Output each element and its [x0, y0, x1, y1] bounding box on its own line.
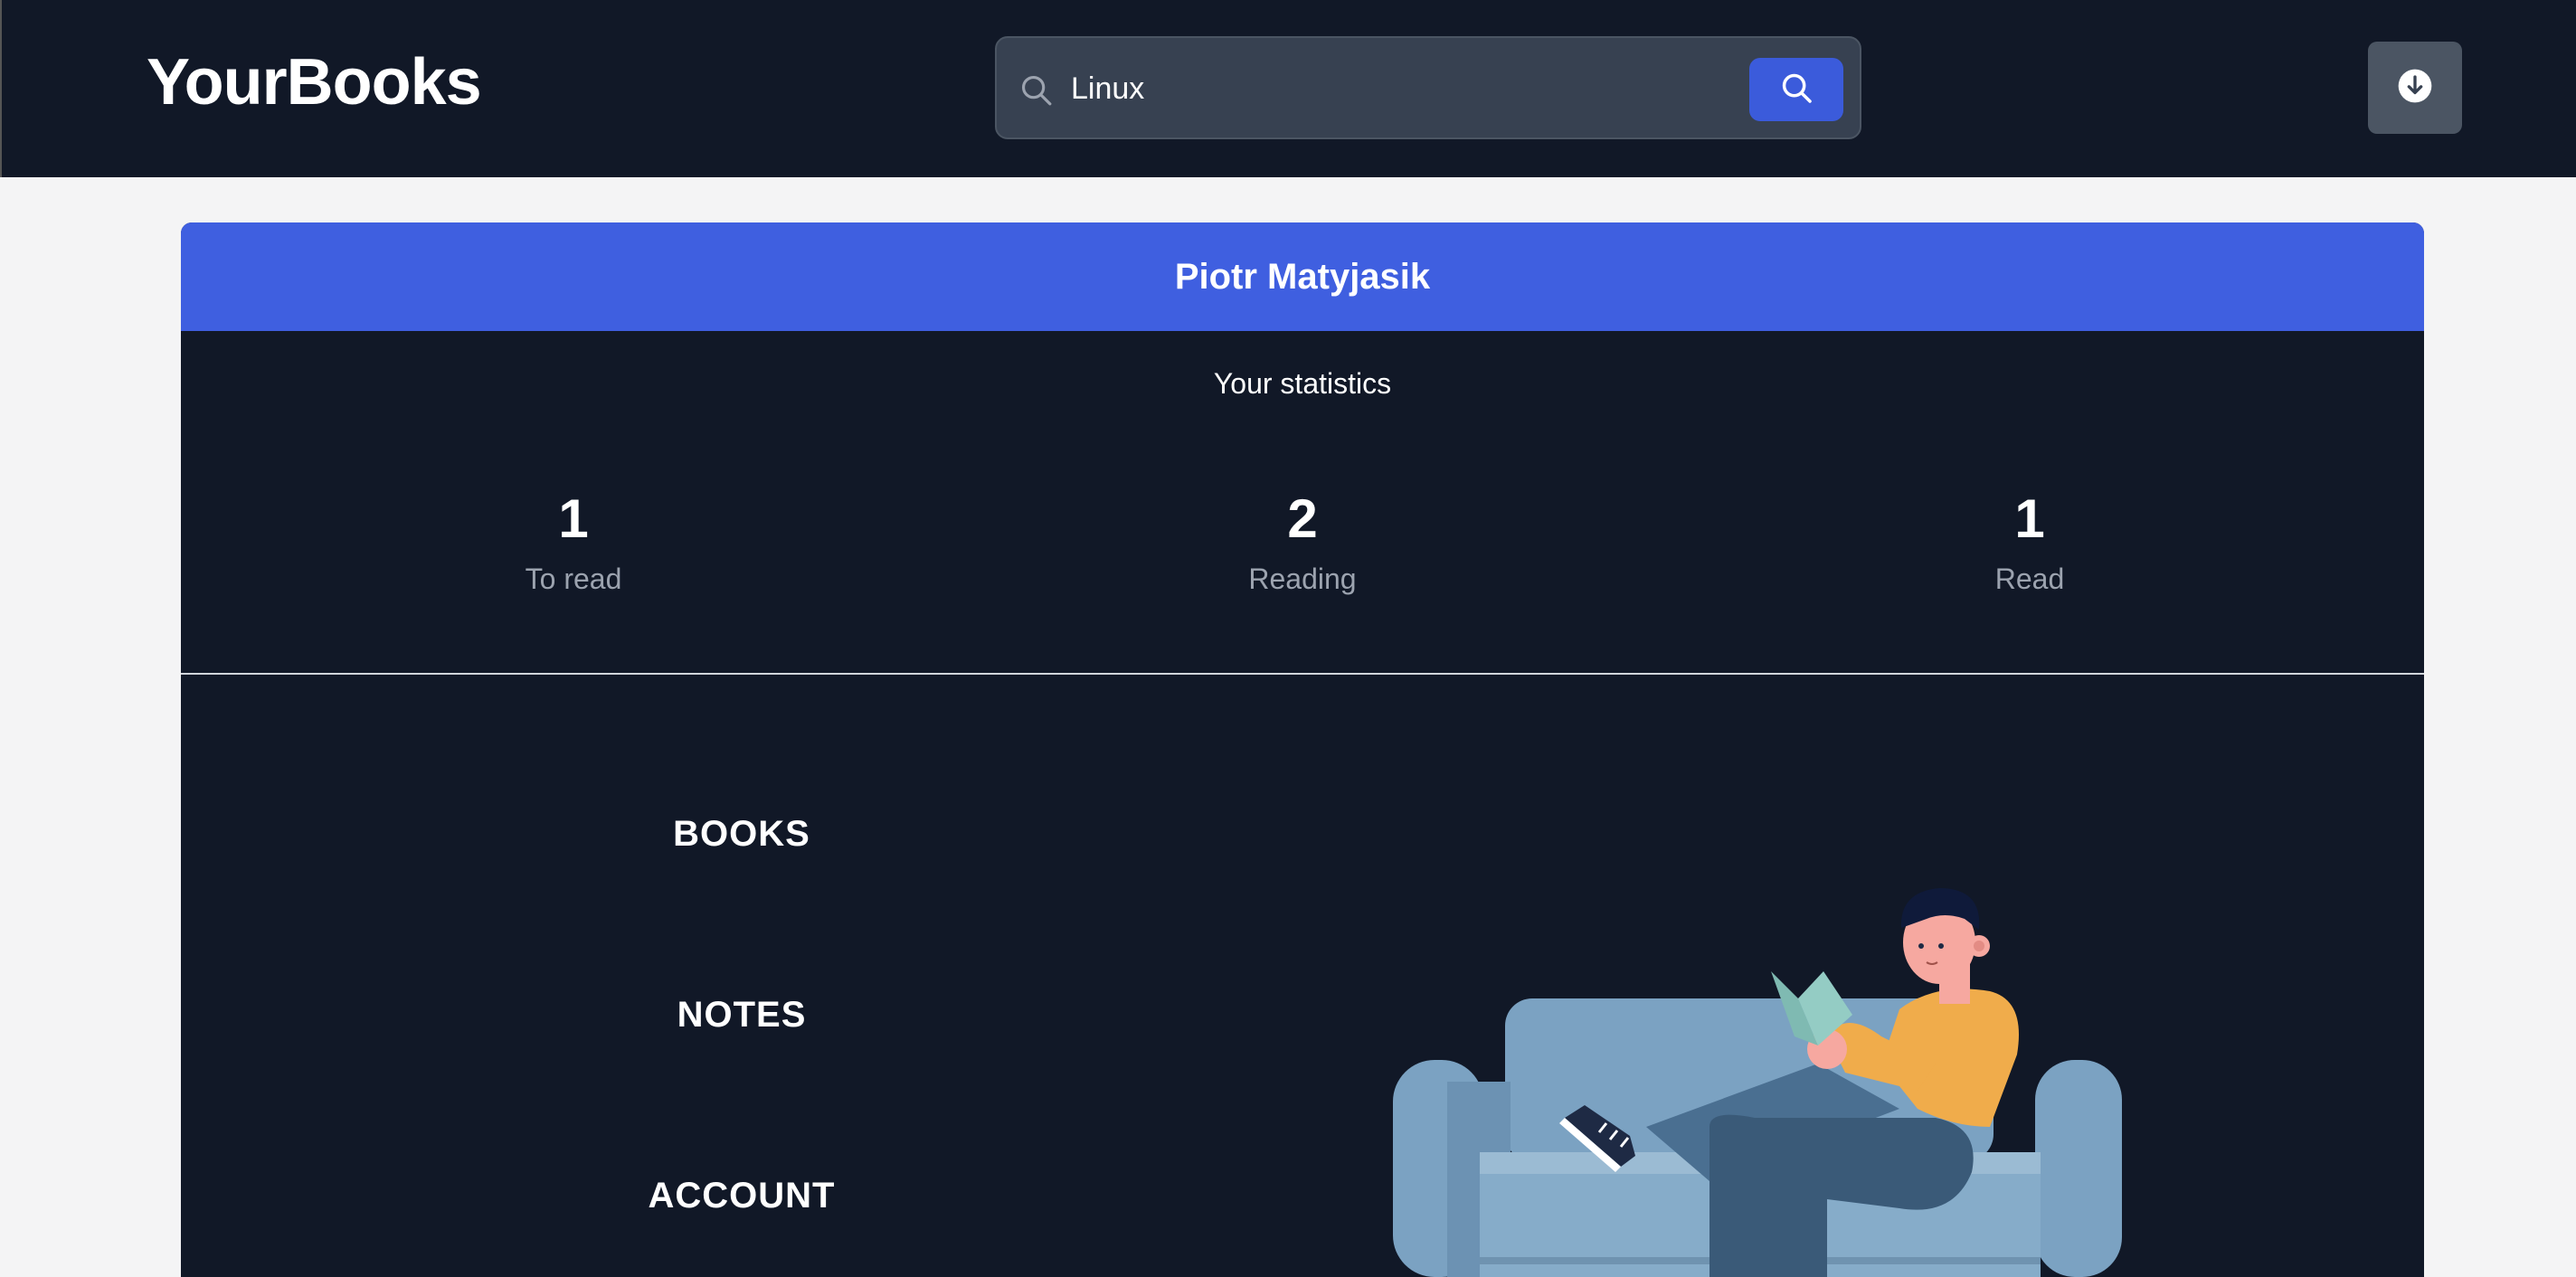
download-button[interactable] [2368, 42, 2462, 134]
menu-notes[interactable]: NOTES [561, 995, 923, 1036]
stat-label: Reading [1248, 563, 1357, 595]
arrow-down-circle-icon [2397, 68, 2433, 109]
search-icon [1779, 71, 1814, 109]
search-icon [1018, 72, 1053, 107]
section-divider [181, 673, 2424, 675]
profile-card: Piotr Matyjasik Your statistics 1 To rea… [181, 222, 2424, 1277]
stat-label: Read [1994, 563, 2065, 595]
stat-read: 1 Read [1849, 490, 2211, 596]
search-button[interactable] [1749, 58, 1843, 121]
reading-person-illustration [1393, 888, 2122, 1277]
menu-account[interactable]: ACCOUNT [561, 1176, 923, 1216]
statistics-title: Your statistics [1213, 367, 1392, 400]
search-input[interactable] [1069, 54, 1793, 123]
stat-value: 2 [1287, 488, 1318, 549]
search-bar [995, 36, 1861, 139]
user-name: Piotr Matyjasik [181, 222, 2424, 331]
app-logo[interactable]: YourBooks [147, 45, 482, 119]
stat-to-read: 1 To read [393, 490, 754, 596]
stat-label: To read [525, 563, 622, 595]
menu-books[interactable]: BOOKS [561, 814, 923, 855]
stat-value: 1 [558, 488, 589, 549]
stat-value: 1 [2014, 488, 2045, 549]
top-navbar: YourBooks [0, 0, 2576, 177]
stat-reading: 2 Reading [1122, 490, 1483, 596]
